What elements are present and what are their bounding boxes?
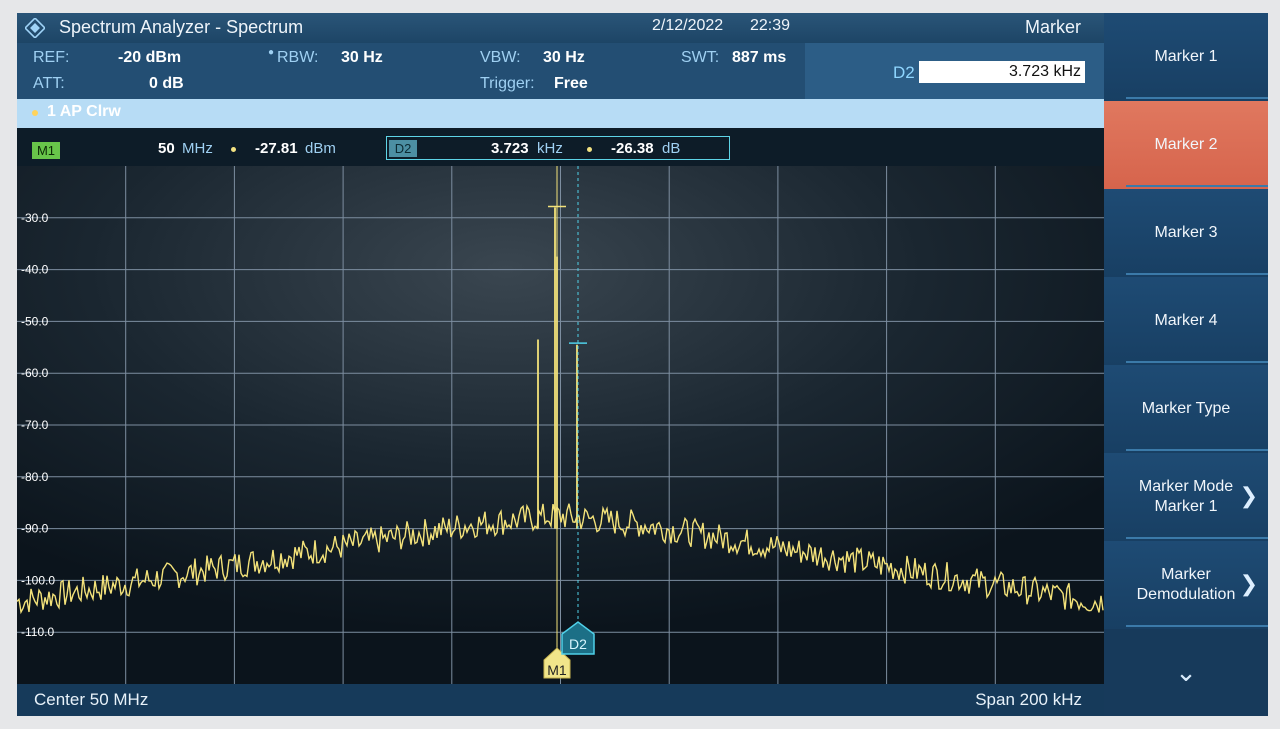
chevron-right-icon: ❯ [1239, 483, 1258, 508]
ref-value[interactable]: -20 dBm [118, 49, 181, 67]
bottom-bar[interactable]: Center 50 MHz Span 200 kHz [17, 684, 1104, 716]
softkey-marker-mode-label: Marker Mode Marker 1 [1138, 478, 1234, 515]
d2-tag: D2 [389, 140, 417, 157]
rbw-indicator-dot: ● [268, 47, 275, 58]
softkey-marker-mode[interactable]: Marker Mode Marker 1 ❯ [1104, 453, 1268, 541]
title-bar: Spectrum Analyzer - Spectrum 2/12/2022 2… [17, 13, 1104, 43]
m1-flag-label: M1 [547, 662, 567, 678]
softkey-panel: Marker 1 Marker 2 Marker 3 Marker 4 Mark… [1104, 13, 1268, 716]
y-axis-label: -60.0 [21, 366, 49, 380]
softkey-marker-1[interactable]: Marker 1 [1104, 13, 1268, 101]
d2-entry-label: D2 [893, 63, 915, 82]
trace-indicator-dot [32, 110, 38, 116]
date-display: 2/12/2022 [652, 17, 724, 34]
softkey-marker-3-label: Marker 3 [1154, 224, 1218, 241]
d2-frequency: 3.723 [491, 140, 529, 157]
d2-frequency-unit: kHz [537, 140, 563, 157]
y-axis-label: -70.0 [21, 418, 49, 432]
att-value[interactable]: 0 dB [149, 75, 184, 93]
y-axis-label: -50.0 [21, 314, 49, 328]
chevron-down-icon[interactable]: ⌄ [1104, 629, 1268, 716]
softkey-marker-demodulation[interactable]: Marker Demodulation ❯ [1104, 541, 1268, 629]
chevron-right-icon: ❯ [1239, 571, 1258, 596]
m1-frequency-unit: MHz [182, 140, 213, 157]
d2-flag-label: D2 [569, 636, 587, 652]
app-title: Spectrum Analyzer - Spectrum [59, 17, 304, 37]
y-axis-label: -80.0 [21, 470, 49, 484]
rbw-value[interactable]: 30 Hz [341, 49, 383, 67]
m1-level: -27.81 [255, 140, 298, 157]
trace-bar[interactable]: 1 AP Clrw [17, 99, 1104, 128]
y-axis-label: -30.0 [21, 211, 49, 225]
swt-label: SWT: [681, 49, 720, 66]
d2-level-unit: dB [662, 140, 681, 157]
softkey-marker-4-label: Marker 4 [1154, 312, 1218, 329]
rs-logo-icon [25, 18, 45, 38]
softkey-marker-2-label: Marker 2 [1154, 136, 1218, 153]
marker-table[interactable]: M1 50 MHz -27.81 dBm D2 3.723 kHz -26.38… [17, 128, 1104, 166]
trigger-value[interactable]: Free [554, 75, 588, 93]
center-frequency-label[interactable]: Center 50 MHz [34, 690, 148, 710]
menu-title: Marker [1025, 17, 1082, 37]
vbw-label: VBW: [480, 49, 521, 66]
ref-label: REF: [33, 49, 70, 66]
y-axis-label: -40.0 [21, 263, 49, 277]
y-axis-label: -100.0 [21, 573, 55, 587]
trace-label: 1 AP Clrw [47, 103, 121, 120]
softkey-marker-type-label: Marker Type [1141, 400, 1231, 417]
time-display: 22:39 [750, 17, 791, 34]
softkey-marker-1-label: Marker 1 [1154, 48, 1218, 65]
m1-level-unit: dBm [305, 140, 336, 157]
swt-value[interactable]: 887 ms [732, 49, 786, 67]
d2-level: -26.38 [611, 140, 654, 157]
m1-frequency: 50 [158, 140, 175, 157]
spectrum-plot[interactable]: -30.0 -40.0 -50.0 -60.0 -70.0 -80.0 -90.0 -100.… [17, 166, 1104, 684]
att-label: ATT: [33, 75, 65, 92]
span-label[interactable]: Span 200 kHz [975, 690, 1082, 710]
d2-separator-dot [587, 147, 592, 152]
d2-entry-field[interactable]: 3.723 kHz [919, 61, 1085, 83]
y-axis-label: -110.0 [21, 625, 54, 639]
m1-tag: M1 [32, 142, 60, 159]
analyzer-screen: Spectrum Analyzer - Spectrum 2/12/2022 2… [17, 13, 1268, 716]
softkey-marker-type[interactable]: Marker Type [1104, 365, 1268, 453]
softkey-marker-2[interactable]: Marker 2 [1104, 101, 1268, 189]
softkey-marker-4[interactable]: Marker 4 [1104, 277, 1268, 365]
y-axis-label: -90.0 [21, 522, 49, 536]
trigger-label: Trigger: [480, 75, 535, 92]
softkey-marker-demodulation-label: Marker Demodulation [1136, 566, 1236, 603]
vbw-value[interactable]: 30 Hz [543, 49, 585, 67]
softkey-marker-3[interactable]: Marker 3 [1104, 189, 1268, 277]
m1-separator-dot [231, 147, 236, 152]
spectrum-plot-svg[interactable]: -30.0 -40.0 -50.0 -60.0 -70.0 -80.0 -90.0 -100.… [17, 166, 1104, 684]
rbw-label: RBW: [277, 49, 319, 66]
